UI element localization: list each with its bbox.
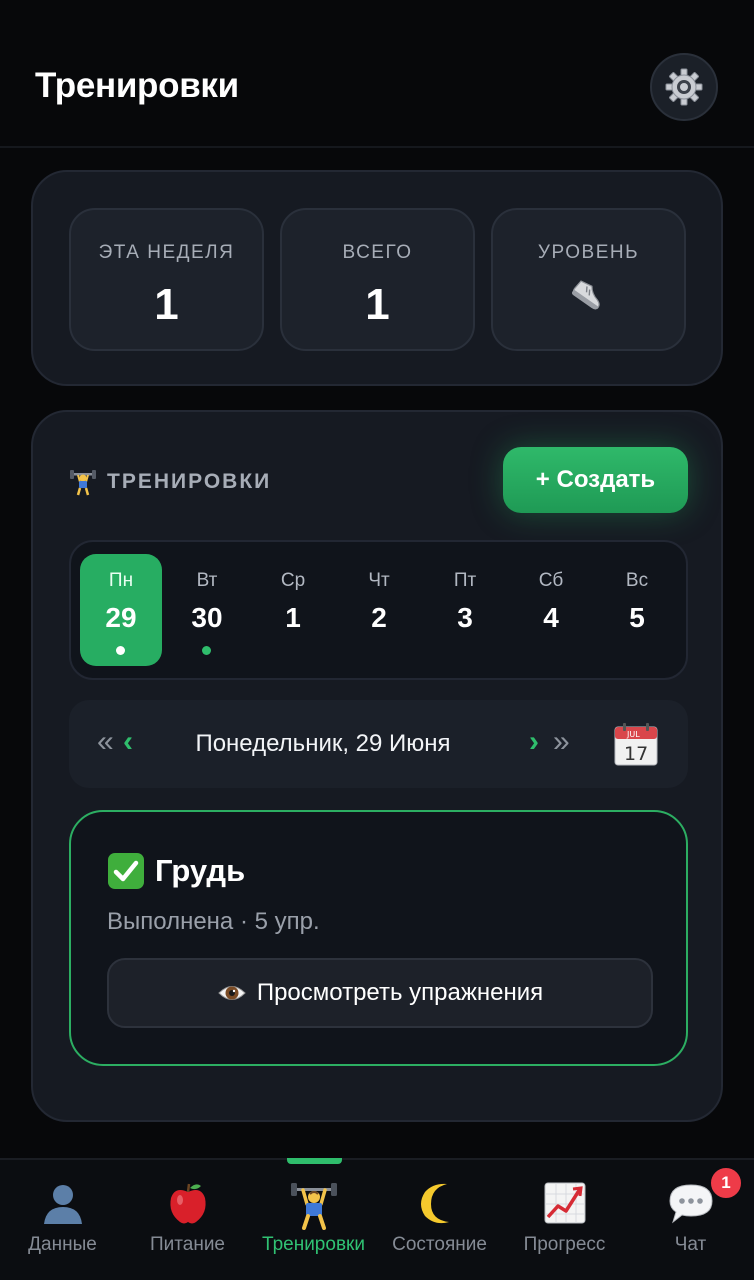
stat-total: ВСЕГО 1	[280, 208, 475, 351]
chart-up-icon	[544, 1182, 585, 1224]
day-friday[interactable]: Пт 3	[424, 554, 506, 666]
tab-label: Чат	[674, 1234, 707, 1255]
stat-label: ЭТА НЕДЕЛЯ	[98, 242, 235, 263]
day-tuesday[interactable]: Вт 30	[166, 554, 248, 666]
date-navigator: « ‹ Понедельник, 29 Июня › » JUL 17	[69, 700, 688, 788]
workout-indicator-dot	[202, 646, 211, 655]
day-saturday[interactable]: Сб 4	[510, 554, 592, 666]
session-name: Грудь	[155, 853, 246, 888]
day-number: 5	[629, 602, 645, 633]
day-number: 1	[285, 602, 301, 633]
tab-workouts[interactable]: Тренировки	[251, 1158, 376, 1280]
weightlifter-icon	[290, 1183, 337, 1230]
tab-label: Тренировки	[262, 1234, 365, 1255]
session-header: Грудь	[107, 852, 245, 890]
day-name: Пт	[453, 570, 477, 591]
stat-label: УРОВЕНЬ	[537, 242, 640, 263]
eye-icon	[218, 986, 246, 1000]
day-number: 2	[371, 602, 387, 633]
tab-nutrition[interactable]: Питание	[125, 1160, 250, 1280]
session-status: Выполнена · 5 упр.	[107, 908, 320, 935]
calendar-button[interactable]: JUL 17	[613, 722, 659, 773]
stats-card: ЭТА НЕДЕЛЯ 1 ВСЕГО 1 УРОВЕНЬ	[31, 170, 723, 386]
next-week-button[interactable]: »	[553, 724, 570, 760]
prev-week-button[interactable]: «	[97, 724, 114, 760]
stat-this-week: ЭТА НЕДЕЛЯ 1	[69, 208, 264, 351]
workout-indicator-dot	[116, 646, 125, 655]
stat-label: ВСЕГО	[342, 242, 413, 263]
day-name: Вс	[625, 570, 649, 591]
tab-label: Прогресс	[523, 1234, 606, 1255]
stat-value: 1	[365, 280, 390, 329]
tab-label: Состояние	[392, 1234, 487, 1255]
settings-button[interactable]	[650, 53, 718, 121]
tab-condition[interactable]: Состояние	[377, 1160, 502, 1280]
speech-bubble-icon	[668, 1184, 713, 1224]
weightlifter-icon	[70, 470, 96, 496]
stat-value: 1	[154, 280, 179, 329]
sneaker-icon	[571, 280, 600, 310]
tab-progress[interactable]: Прогресс	[502, 1160, 627, 1280]
week-day-selector: Пн 29 Вт 30 Ср 1 Чт 2 Пт 3 Сб 4 Вс 5	[69, 540, 688, 680]
crescent-moon-icon	[420, 1183, 449, 1224]
day-number: 29	[105, 602, 137, 633]
workout-session-card[interactable]: Грудь Выполнена · 5 упр. Просмотреть упр…	[69, 810, 688, 1066]
next-day-button[interactable]: ›	[529, 724, 539, 760]
create-workout-button[interactable]: + Создать	[503, 447, 688, 513]
day-name: Ср	[280, 570, 306, 591]
calendar-day: 17	[624, 743, 648, 765]
workouts-card: ТРЕНИРОВКИ + Создать Пн 29 Вт 30 Ср 1 Чт…	[31, 410, 723, 1122]
view-exercises-label: Просмотреть упражнения	[256, 979, 544, 1006]
day-number: 3	[457, 602, 473, 633]
chat-notification-badge: 1	[709, 1166, 743, 1200]
day-name: Сб	[538, 570, 564, 591]
page-title: Тренировки	[35, 66, 239, 105]
workouts-section-header: ТРЕНИРОВКИ	[69, 468, 271, 496]
view-exercises-button[interactable]: Просмотреть упражнения	[107, 958, 653, 1028]
day-sunday[interactable]: Вс 5	[596, 554, 678, 666]
day-wednesday[interactable]: Ср 1	[252, 554, 334, 666]
workouts-section-title: ТРЕНИРОВКИ	[107, 470, 272, 493]
apple-icon	[169, 1183, 206, 1224]
selected-date-label: Понедельник, 29 Июня	[195, 730, 451, 757]
tab-label: Данные	[28, 1234, 97, 1255]
day-number: 4	[543, 602, 559, 633]
day-thursday[interactable]: Чт 2	[338, 554, 420, 666]
active-tab-indicator	[287, 1158, 342, 1164]
tab-data[interactable]: Данные	[0, 1160, 125, 1280]
calendar-icon: JUL 17	[614, 723, 658, 766]
bottom-tab-bar: Данные Питание Тренировки Состояние Прог…	[0, 1158, 754, 1280]
day-name: Чт	[368, 570, 390, 591]
user-silhouette-icon	[43, 1185, 82, 1224]
calendar-month: JUL	[626, 730, 640, 739]
gear-icon	[665, 68, 703, 106]
day-name: Пн	[108, 570, 134, 591]
day-name: Вт	[196, 570, 218, 591]
stat-level: УРОВЕНЬ	[491, 208, 686, 351]
app-header: Тренировки	[0, 0, 754, 148]
check-mark-icon	[108, 853, 144, 889]
tab-label: Питание	[150, 1234, 225, 1255]
day-number: 30	[191, 602, 223, 633]
prev-day-button[interactable]: ‹	[123, 724, 133, 760]
day-monday[interactable]: Пн 29	[80, 554, 162, 666]
